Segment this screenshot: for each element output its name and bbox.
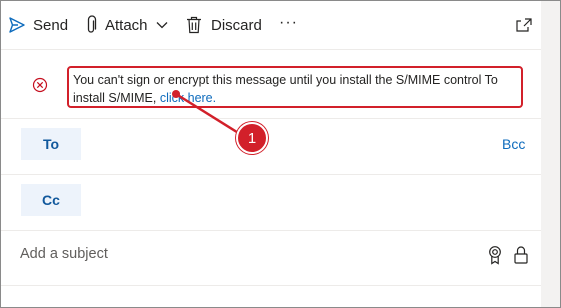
compose-window: Send Attach Discard ··· You can't sign o… xyxy=(0,0,561,308)
right-gutter xyxy=(539,1,560,307)
to-button[interactable]: To xyxy=(21,128,81,160)
callout-anchor-dot xyxy=(172,90,180,98)
paperclip-icon xyxy=(85,15,97,35)
discard-button[interactable]: Discard xyxy=(186,13,262,37)
callout-number-badge: 1 xyxy=(236,122,268,154)
send-icon xyxy=(8,16,26,34)
compose-body: You can't sign or encrypt this message u… xyxy=(1,49,541,307)
discard-label: Discard xyxy=(211,16,262,34)
ribbon-badge-icon[interactable] xyxy=(487,245,503,270)
error-icon xyxy=(32,77,48,98)
send-button[interactable]: Send xyxy=(8,13,68,37)
attach-label: Attach xyxy=(105,16,148,34)
lock-icon[interactable] xyxy=(513,245,529,270)
divider xyxy=(1,230,541,231)
smime-message-text: You can't sign or encrypt this message u… xyxy=(73,73,498,105)
send-label: Send xyxy=(33,16,69,34)
more-options-button[interactable]: ··· xyxy=(279,11,298,35)
attach-button[interactable]: Attach xyxy=(85,13,168,37)
bcc-button[interactable]: Bcc xyxy=(502,136,525,152)
pop-out-button[interactable] xyxy=(515,13,533,37)
smime-notice-bar: You can't sign or encrypt this message u… xyxy=(1,50,541,118)
subject-input[interactable]: Add a subject xyxy=(20,246,108,262)
divider xyxy=(1,174,541,175)
compose-toolbar: Send Attach Discard ··· xyxy=(1,1,541,49)
smime-message: You can't sign or encrypt this message u… xyxy=(67,66,523,108)
cc-button[interactable]: Cc xyxy=(21,184,81,216)
trash-icon xyxy=(186,16,202,34)
divider xyxy=(1,118,541,119)
more-icon: ··· xyxy=(279,14,298,31)
divider xyxy=(1,285,541,286)
pop-out-icon xyxy=(515,17,533,33)
install-smime-link[interactable]: click here. xyxy=(160,91,216,105)
chevron-down-icon[interactable] xyxy=(156,21,168,29)
